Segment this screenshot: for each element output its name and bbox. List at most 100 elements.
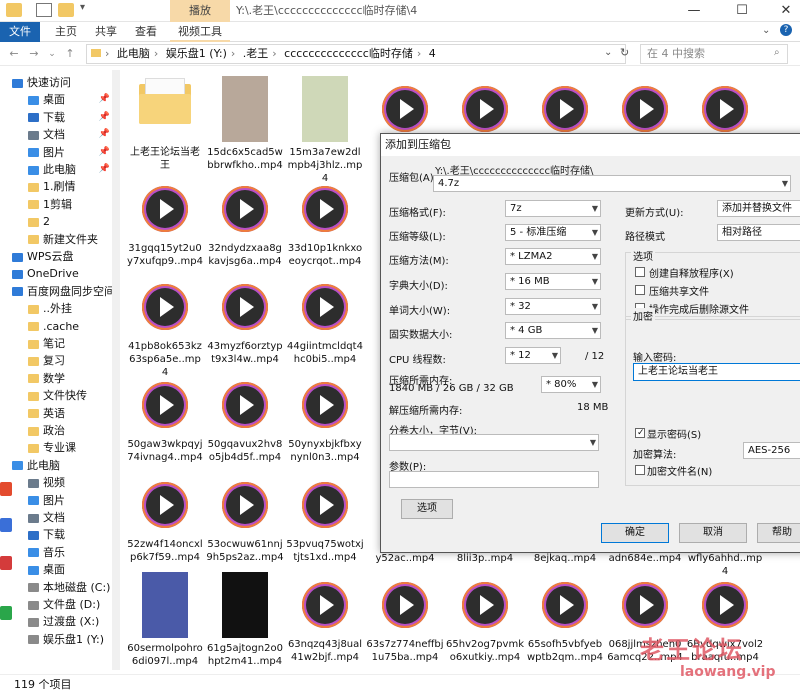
refresh-icon[interactable]: ↻ (620, 46, 629, 59)
sidebar-item[interactable]: 新建文件夹 (0, 231, 120, 248)
sidebar-item[interactable]: 百度网盘同步空间 (0, 283, 120, 300)
sidebar-item[interactable]: 复习 (0, 352, 120, 369)
tab-file[interactable]: 文件 (0, 22, 40, 42)
sidebar-item[interactable]: 2 (0, 213, 120, 230)
dictionary-select[interactable]: * 16 MB ▼ (505, 273, 601, 290)
up-arrow-icon[interactable]: ↑ (62, 46, 78, 62)
breadcrumb-drive[interactable]: 娱乐盘1 (Y:) (166, 47, 227, 60)
file-item[interactable]: 63s7z774neffbj1u75ba..mp4 (366, 572, 444, 664)
archive-name-field[interactable]: 4.7z ▼ (433, 175, 791, 192)
sidebar-item[interactable]: 下载 (0, 526, 120, 543)
file-item[interactable]: 50gqavux2hv8o5jb4d5f..mp4 (206, 372, 284, 464)
sidebar-item[interactable]: 文件快传 (0, 387, 120, 404)
help-button[interactable]: 帮助 (757, 523, 800, 543)
address-bar[interactable]: › 此电脑 › 娱乐盘1 (Y:) › .老王 › cccccccccccccc临时存… (86, 44, 626, 64)
file-item[interactable]: 31gqq15yt2u0y7xufqp9..mp4 (126, 176, 204, 268)
quick-access-dropdown-icon[interactable]: ▾ (80, 2, 85, 13)
sidebar-item[interactable]: WPS云盘 (0, 248, 120, 265)
search-input[interactable]: 在 4 中搜索 (640, 44, 788, 64)
password-input[interactable]: 上老王论坛当老王 (633, 363, 800, 381)
ok-button[interactable]: 确定 (601, 523, 669, 543)
memory-usage-select[interactable]: * 80% ▼ (541, 376, 601, 393)
file-item[interactable]: 65sofh5vbfyebwptb2qm..mp4 (526, 572, 604, 664)
method-select[interactable]: * LZMA2 ▼ (505, 248, 601, 265)
word-size-select[interactable]: * 32 ▼ (505, 298, 601, 315)
sidebar-item[interactable]: 专业课 (0, 439, 120, 456)
back-arrow-icon[interactable]: ← (6, 46, 22, 62)
encryption-method-select[interactable]: AES-256 (743, 442, 800, 459)
file-item[interactable]: 65hv2og7pvmko6xutkiy..mp4 (446, 572, 524, 664)
tab-view[interactable]: 查看 (128, 22, 164, 42)
address-dropdown-icon[interactable]: ⌄ (604, 47, 612, 58)
path-mode-select[interactable]: 相对路径 (717, 224, 800, 241)
sfx-checkbox[interactable] (635, 267, 645, 277)
file-item[interactable]: 44giintmcldqt4hc0bi5..mp4 (286, 274, 364, 366)
sidebar-item[interactable]: 本地磁盘 (C:) (0, 579, 120, 596)
properties-icon[interactable] (36, 3, 52, 17)
cpu-threads-select[interactable]: * 12 ▼ (505, 347, 561, 364)
sidebar-item[interactable]: 文件盘 (D:) (0, 596, 120, 613)
file-item[interactable]: 32ndydzxaa8gkavjsg6a..mp4 (206, 176, 284, 268)
breadcrumb-temp-storage[interactable]: cccccccccccccc临时存储 (284, 47, 413, 60)
sidebar-item[interactable]: 视频 (0, 474, 120, 491)
tab-video-tools[interactable]: 视频工具 (170, 22, 230, 42)
expand-ribbon-icon[interactable]: ⌄ (762, 25, 770, 36)
file-item[interactable]: 50gaw3wkpqyj74ivnag4..mp4 (126, 372, 204, 464)
file-item[interactable]: 33d10p1knkxoeoycrqot..mp4 (286, 176, 364, 268)
encrypt-filenames-checkbox[interactable] (635, 465, 645, 475)
file-item[interactable]: 52zw4f14oncxlp6k7f59..mp4 (126, 472, 204, 564)
breadcrumb-laowang[interactable]: .老王 (243, 47, 269, 60)
sidebar-item[interactable]: 此电脑 (0, 457, 120, 474)
sidebar-scrollbar[interactable] (112, 70, 120, 670)
file-item[interactable]: 53pvuq75wotxjtjts1xd..mp4 (286, 472, 364, 564)
file-item[interactable]: 15dc6x5cad5wbbrwfkho..mp4 (206, 76, 284, 172)
sidebar-item[interactable]: 下载 📌 (0, 109, 120, 126)
sidebar-item[interactable]: OneDrive (0, 265, 120, 282)
play-context-tab[interactable]: 播放 (170, 0, 230, 22)
sidebar-item[interactable]: 音乐 (0, 544, 120, 561)
sidebar-item[interactable]: 图片 (0, 492, 120, 509)
file-item[interactable]: 60sermolpohro6di097l..mp4 (126, 572, 204, 668)
sidebar-item[interactable]: 数学 (0, 370, 120, 387)
breadcrumb-this-pc[interactable]: 此电脑 (117, 47, 150, 60)
sidebar-item[interactable]: .cache (0, 318, 120, 335)
recent-locations-icon[interactable]: ⌄ (44, 46, 60, 62)
sidebar-item[interactable]: 笔记 (0, 335, 120, 352)
sidebar-item[interactable]: 桌面 📌 (0, 91, 120, 108)
file-item[interactable]: 50ynyxbjkfbxynynl0n3..mp4 (286, 372, 364, 464)
show-password-checkbox[interactable] (635, 428, 645, 438)
sidebar-item[interactable]: 文档 📌 (0, 126, 120, 143)
new-folder-icon[interactable] (58, 3, 74, 17)
parameters-input[interactable] (389, 471, 599, 488)
options-button[interactable]: 选项 (401, 499, 453, 519)
solid-block-select[interactable]: * 4 GB ▼ (505, 322, 601, 339)
sidebar-item[interactable]: 快速访问 (0, 74, 120, 91)
cancel-button[interactable]: 取消 (679, 523, 747, 543)
sidebar-item[interactable]: 1.刷情 (0, 178, 120, 195)
file-item[interactable]: 43myzf6orztypt9x3l4w..mp4 (206, 274, 284, 366)
file-item[interactable]: 63nqzq43j8ual41w2bjf..mp4 (286, 572, 364, 664)
minimize-button[interactable]: — (680, 0, 708, 22)
sidebar-item[interactable]: 英语 (0, 405, 120, 422)
sidebar-item[interactable]: 过渡盘 (X:) (0, 613, 120, 630)
shared-files-checkbox[interactable] (635, 285, 645, 295)
sidebar-item[interactable]: 政治 (0, 422, 120, 439)
file-item[interactable]: 15m3a7ew2dlmpb4j3hlz..mp4 (286, 76, 364, 185)
tab-share[interactable]: 共享 (88, 22, 124, 42)
help-icon[interactable]: ? (780, 24, 792, 36)
split-volume-select[interactable]: ▼ (389, 434, 599, 451)
sidebar-item[interactable]: 图片 📌 (0, 144, 120, 161)
sidebar-item[interactable]: 娱乐盘1 (Y:) (0, 631, 120, 648)
sidebar-item[interactable]: 桌面 (0, 561, 120, 578)
file-item[interactable]: 53ocwuw61nnj9h5ps2az..mp4 (206, 472, 284, 564)
sidebar-item[interactable]: 文档 (0, 509, 120, 526)
sidebar-item[interactable]: 1剪辑 (0, 196, 120, 213)
sidebar-item[interactable]: ..外挂 (0, 300, 120, 317)
format-select[interactable]: 7z ▼ (505, 200, 601, 217)
sidebar-item[interactable]: 此电脑 📌 (0, 161, 120, 178)
file-item[interactable]: 上老王论坛当老王 (126, 76, 204, 172)
close-button[interactable]: ✕ (772, 0, 800, 22)
file-item[interactable]: 41pb8ok653kz63sp6a5e..mp4 (126, 274, 204, 379)
file-item[interactable]: 61g5ajtogn2o0hpt2m41..mp4 (206, 572, 284, 668)
level-select[interactable]: 5 - 标准压缩 ▼ (505, 224, 601, 241)
